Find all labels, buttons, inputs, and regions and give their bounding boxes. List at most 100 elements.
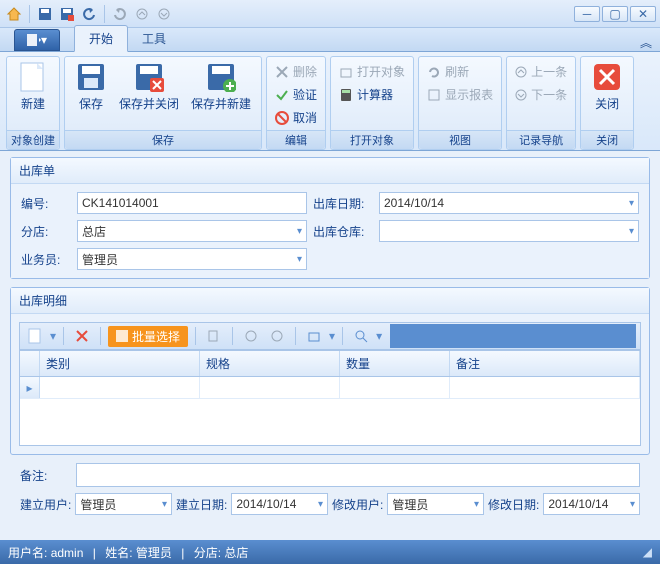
check-icon <box>275 88 289 102</box>
undo-icon[interactable] <box>79 4 99 24</box>
cancel-icon <box>275 111 289 125</box>
save-button[interactable]: 保存 <box>69 59 113 114</box>
chevron-down-icon: ▾ <box>629 226 634 237</box>
validate-button[interactable]: 验证 <box>271 84 321 105</box>
status-expand-icon[interactable]: ◢ <box>643 545 652 559</box>
detail-delete-button[interactable] <box>71 325 93 347</box>
chevron-down-icon: ▾ <box>318 499 323 510</box>
create-user-select[interactable]: 管理员▾ <box>75 493 172 515</box>
save-new-label: 保存并新建 <box>191 95 251 112</box>
new-label: 新建 <box>21 95 45 112</box>
create-user-label: 建立用户: <box>20 496 71 513</box>
refresh-icon <box>427 65 441 79</box>
outbound-panel-title: 出库单 <box>11 158 649 184</box>
table-row[interactable]: ▸ <box>20 377 640 399</box>
delete-button[interactable]: 删除 <box>271 61 321 82</box>
status-name: 管理员 <box>136 546 172 560</box>
col-spec[interactable]: 规格 <box>200 351 340 376</box>
modify-user-label: 修改用户: <box>332 496 383 513</box>
minimize-button[interactable]: ─ <box>574 6 600 22</box>
col-category[interactable]: 类别 <box>40 351 200 376</box>
ribbon-collapse-icon[interactable]: ︽ <box>640 34 652 51</box>
status-username-label: 用户名: <box>8 546 47 560</box>
new-icon <box>17 61 49 93</box>
up-arrow-icon <box>515 66 527 78</box>
save-close-big-icon <box>133 61 165 93</box>
detail-panel-title: 出库明细 <box>11 288 649 314</box>
detail-prev-button[interactable] <box>240 325 262 347</box>
chevron-down-icon: ▾ <box>162 499 167 510</box>
file-menu-button[interactable]: ▾ <box>14 29 60 51</box>
new-button[interactable]: 新建 <box>11 59 55 114</box>
save-big-icon <box>75 61 107 93</box>
cancel-button[interactable]: 取消 <box>271 107 321 128</box>
calculator-button[interactable]: 计算器 <box>335 84 409 105</box>
close-button[interactable]: 关闭 <box>585 59 629 114</box>
close-big-icon <box>591 61 623 93</box>
show-report-button[interactable]: 显示报表 <box>423 84 497 105</box>
close-label: 关闭 <box>595 95 619 112</box>
detail-export-button[interactable] <box>303 325 325 347</box>
col-qty[interactable]: 数量 <box>340 351 450 376</box>
date-label: 出库日期: <box>313 195 373 212</box>
maximize-button[interactable]: ▢ <box>602 6 628 22</box>
group-label-edit: 编辑 <box>267 130 325 149</box>
save-close-button[interactable]: 保存并关闭 <box>113 59 185 114</box>
group-label-close: 关闭 <box>581 130 633 149</box>
group-label-nav: 记录导航 <box>507 130 575 149</box>
detail-grid: 类别 规格 数量 备注 ▸ <box>19 350 641 446</box>
statusbar: 用户名: admin | 姓名: 管理员 | 分店: 总店 ◢ <box>0 540 660 564</box>
save-new-button[interactable]: 保存并新建 <box>185 59 257 114</box>
detail-copy-button[interactable] <box>203 325 225 347</box>
delete-icon <box>275 65 289 79</box>
branch-label: 分店: <box>21 223 71 240</box>
modify-date-input[interactable]: 2014/10/14▾ <box>543 493 640 515</box>
modify-user-select[interactable]: 管理员▾ <box>387 493 484 515</box>
col-remark[interactable]: 备注 <box>450 351 640 376</box>
row-indicator-header <box>20 351 40 376</box>
redo-icon[interactable] <box>110 4 130 24</box>
close-window-button[interactable]: ✕ <box>630 6 656 22</box>
detail-search-button[interactable] <box>350 325 372 347</box>
remarks-input[interactable] <box>76 463 640 487</box>
chevron-down-icon: ▾ <box>297 226 302 237</box>
create-date-input[interactable]: 2014/10/14▾ <box>231 493 328 515</box>
status-name-label: 姓名: <box>105 546 132 560</box>
grid-empty-area <box>20 399 640 445</box>
save-close-icon[interactable] <box>57 4 77 24</box>
bulk-select-button[interactable]: 批量选择 <box>108 326 188 347</box>
ribbon: 新建 对象创建 保存 保存并关闭 保存并新建 保存 删除 验证 取消 编辑 打开… <box>0 52 660 151</box>
prev-record-button[interactable]: 上一条 <box>511 61 571 82</box>
refresh-button[interactable]: 刷新 <box>423 61 497 82</box>
group-label-save: 保存 <box>65 130 261 149</box>
ribbon-tabstrip: ▾ 开始 工具 ︽ <box>0 28 660 52</box>
staff-select[interactable]: 管理员▾ <box>77 248 307 270</box>
code-input[interactable]: CK141014001 <box>77 192 307 214</box>
save-icon[interactable] <box>35 4 55 24</box>
save-close-label: 保存并关闭 <box>119 95 179 112</box>
warehouse-select[interactable]: ▾ <box>379 220 639 242</box>
detail-next-button[interactable] <box>266 325 288 347</box>
tab-tools[interactable]: 工具 <box>128 26 180 51</box>
next-record-button[interactable]: 下一条 <box>511 84 571 105</box>
down-icon[interactable] <box>154 4 174 24</box>
titlebar: ─ ▢ ✕ <box>0 0 660 28</box>
up-icon[interactable] <box>132 4 152 24</box>
calculator-icon <box>339 88 353 102</box>
open-object-button[interactable]: 打开对象 <box>335 61 409 82</box>
chevron-down-icon: ▾ <box>297 254 302 265</box>
open-icon <box>339 65 353 79</box>
outbound-panel: 出库单 编号: CK141014001 出库日期: 2014/10/14▾ 分店… <box>10 157 650 279</box>
branch-select[interactable]: 总店▾ <box>77 220 307 242</box>
status-branch-label: 分店: <box>194 546 221 560</box>
code-label: 编号: <box>21 195 71 212</box>
remarks-label: 备注: <box>20 467 70 484</box>
detail-toolbar: ▾ 批量选择 ▾ ▾ <box>19 322 641 350</box>
toolbar-fill <box>390 324 636 348</box>
create-date-label: 建立日期: <box>176 496 227 513</box>
tab-start[interactable]: 开始 <box>74 25 128 52</box>
date-input[interactable]: 2014/10/14▾ <box>379 192 639 214</box>
detail-new-button[interactable] <box>24 325 46 347</box>
home-icon[interactable] <box>4 4 24 24</box>
chevron-down-icon: ▾ <box>629 198 634 209</box>
